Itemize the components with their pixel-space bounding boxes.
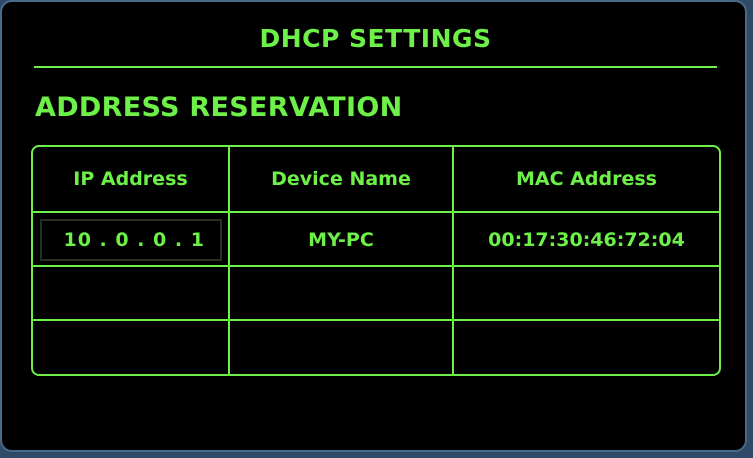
title-divider (34, 66, 717, 68)
column-header-mac-address: MAC Address (516, 168, 657, 190)
device-name-cell[interactable] (230, 267, 454, 321)
device-name-cell[interactable]: MY-PC (230, 213, 454, 267)
ip-address-cell: 10 . 0 . 0 . 1 (33, 213, 230, 267)
device-name-cell[interactable] (230, 321, 454, 374)
table-header-row: IP Address Device Name MAC Address (33, 147, 719, 211)
ip-address-cell[interactable] (33, 267, 230, 321)
table-row: 10 . 0 . 0 . 1 MY-PC 00:17:30:46:72:04 (33, 211, 719, 267)
column-header-device-name: Device Name (230, 147, 454, 211)
section-heading: ADDRESS RESERVATION (35, 92, 403, 123)
dhcp-settings-panel: DHCP SETTINGS ADDRESS RESERVATION IP Add… (0, 0, 747, 452)
table-row (33, 319, 719, 374)
ip-address-cell[interactable] (33, 321, 230, 374)
table-row (33, 265, 719, 321)
mac-address-cell[interactable]: 00:17:30:46:72:04 (454, 213, 719, 267)
panel-title: DHCP SETTINGS (259, 24, 492, 53)
column-header-ip-address: IP Address (33, 147, 230, 211)
mac-address-cell[interactable] (454, 321, 719, 374)
address-reservation-table: IP Address Device Name MAC Address 10 . … (31, 145, 721, 376)
mac-address-cell[interactable] (454, 267, 719, 321)
ip-address-input[interactable]: 10 . 0 . 0 . 1 (39, 219, 222, 261)
